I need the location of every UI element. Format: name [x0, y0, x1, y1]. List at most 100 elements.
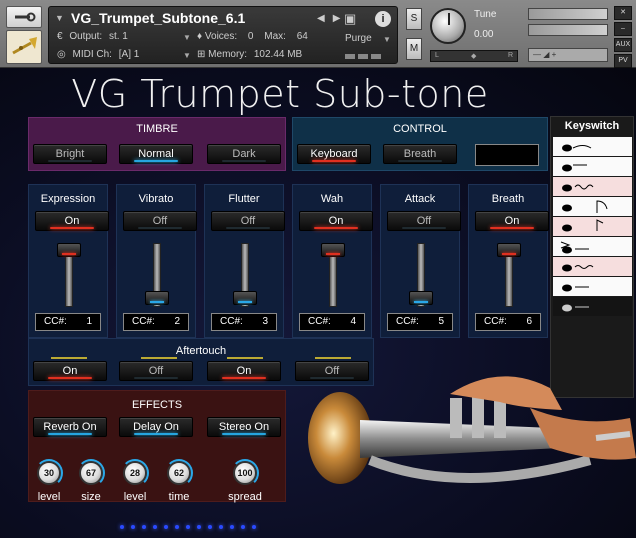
- mute-button[interactable]: M: [406, 38, 422, 60]
- output-icon: €: [57, 31, 63, 42]
- toggle-label: On: [504, 215, 520, 227]
- expression-cc-field[interactable]: CC#: 1: [35, 313, 101, 331]
- purge-indicators: [345, 51, 384, 62]
- control-breath-button[interactable]: Breath: [383, 144, 457, 164]
- delay-time-knob[interactable]: 62: [165, 459, 193, 487]
- control-display: [475, 144, 539, 166]
- keyswitch-item[interactable]: [553, 297, 632, 316]
- keyswitch-item[interactable]: [553, 177, 632, 196]
- note-icon: [562, 219, 604, 232]
- aux-button[interactable]: AUX: [614, 38, 632, 52]
- flutter-slot: Flutter Off CC#: 3: [204, 184, 285, 338]
- knob-label: spread: [228, 491, 262, 503]
- flutter-toggle[interactable]: Off: [211, 211, 285, 231]
- flutter-cc-field[interactable]: CC#: 3: [211, 313, 277, 331]
- vibrato-slider-handle[interactable]: [145, 291, 169, 306]
- control-keyboard-button[interactable]: Keyboard: [297, 144, 371, 164]
- timbre-bright-button[interactable]: Bright: [33, 144, 107, 164]
- trumpet-icon: [12, 37, 37, 55]
- reverb-toggle[interactable]: Reverb On: [33, 417, 107, 437]
- pan-center-icon: ◆: [471, 53, 477, 60]
- memory-row: ⊞ Memory: 102.44 MB: [197, 49, 302, 60]
- keyswitch-item[interactable]: [553, 157, 632, 176]
- expression-toggle[interactable]: On: [35, 211, 109, 231]
- note-icon: [562, 304, 589, 312]
- toggle-label: On: [328, 215, 344, 227]
- page-indicator-dots: [120, 516, 263, 534]
- slot-label: Attack: [404, 193, 436, 205]
- aftertouch-vibrato-toggle[interactable]: Off: [119, 361, 193, 381]
- keyswitch-item[interactable]: [553, 277, 632, 296]
- vibrato-slot: Vibrato Off CC#: 2: [116, 184, 197, 338]
- keyswitch-item[interactable]: [553, 137, 632, 156]
- toggle-label: Stereo On: [218, 421, 270, 433]
- instrument-panel: VG Trumpet Sub-tone TIMBRE Bright Normal…: [0, 68, 636, 538]
- instrument-thumbnail[interactable]: [6, 30, 42, 64]
- keyswitch-item[interactable]: [553, 237, 632, 256]
- attack-toggle[interactable]: Off: [387, 211, 461, 231]
- expression-slider-handle[interactable]: [57, 242, 81, 257]
- solo-button[interactable]: S: [406, 8, 422, 30]
- knob-label: level: [37, 491, 61, 503]
- wah-toggle[interactable]: On: [299, 211, 373, 231]
- output-dropdown-icon[interactable]: ▼: [183, 33, 191, 42]
- aftertouch-expression-toggle[interactable]: On: [33, 361, 107, 381]
- close-button[interactable]: ✕: [614, 6, 632, 20]
- toggle-label: Delay On: [133, 421, 179, 433]
- wrench-button[interactable]: [6, 6, 42, 28]
- timbre-normal-button[interactable]: Normal: [119, 144, 193, 164]
- delay-toggle[interactable]: Delay On: [119, 417, 193, 437]
- breath-slider-handle[interactable]: [497, 242, 521, 257]
- aftertouch-indicator: [315, 357, 351, 359]
- vibrato-toggle[interactable]: Off: [123, 211, 197, 231]
- keyswitch-item[interactable]: [553, 257, 632, 276]
- keyswitch-item[interactable]: [553, 217, 632, 236]
- pan-slider[interactable]: L ◆ R: [430, 50, 518, 62]
- memory-icon: ⊞: [197, 49, 206, 60]
- toggle-label: On: [236, 365, 252, 377]
- attack-slider-handle[interactable]: [409, 291, 433, 306]
- tune-knob[interactable]: [430, 8, 466, 44]
- side-buttons: ✕ – AUX PV: [614, 6, 632, 70]
- reverb-level-knob[interactable]: 30: [35, 459, 63, 487]
- info-icon[interactable]: i: [375, 11, 391, 27]
- pv-button[interactable]: PV: [614, 54, 632, 68]
- wah-cc-field[interactable]: CC#: 4: [299, 313, 365, 331]
- max-value[interactable]: 64: [297, 31, 308, 42]
- keyswitch-item[interactable]: [553, 197, 632, 216]
- midi-value[interactable]: [A] 1: [119, 49, 140, 60]
- vibrato-cc-field[interactable]: CC#: 2: [123, 313, 189, 331]
- memory-label: Memory:: [208, 49, 248, 60]
- timbre-dark-button[interactable]: Dark: [207, 144, 281, 164]
- output-value[interactable]: st. 1: [109, 31, 128, 42]
- attack-cc-field[interactable]: CC#: 5: [387, 313, 453, 331]
- volume-slider[interactable]: — ◢ +: [528, 48, 608, 62]
- purge-button[interactable]: Purge: [345, 33, 372, 44]
- slot-label: Vibrato: [138, 193, 174, 205]
- stereo-toggle[interactable]: Stereo On: [207, 417, 281, 437]
- delay-level-knob[interactable]: 28: [121, 459, 149, 487]
- note-icon: [562, 200, 608, 213]
- reverb-size-knob[interactable]: 67: [77, 459, 105, 487]
- cc-value: 1: [86, 316, 92, 327]
- note-icon: [560, 241, 589, 254]
- control-heading: CONTROL: [393, 123, 447, 135]
- aftertouch-flutter-toggle[interactable]: On: [207, 361, 281, 381]
- instrument-name[interactable]: VG_Trumpet_Subtone_6.1: [71, 10, 245, 26]
- midi-label: MIDI Ch:: [72, 49, 112, 60]
- collapse-icon[interactable]: ▼: [55, 13, 64, 23]
- flutter-slider-handle[interactable]: [233, 291, 257, 306]
- toggle-label: On: [62, 365, 78, 377]
- breath-cc-field[interactable]: CC#: 6: [475, 313, 541, 331]
- purge-dropdown-icon[interactable]: ▼: [383, 35, 391, 44]
- timbre-heading: TIMBRE: [136, 123, 178, 135]
- minimize-button[interactable]: –: [614, 22, 632, 36]
- wah-slider-handle[interactable]: [321, 242, 345, 257]
- camera-icon[interactable]: ▣: [344, 11, 364, 27]
- pan-right-label: R: [507, 52, 513, 59]
- midi-dropdown-icon[interactable]: ▼: [183, 51, 191, 60]
- tune-value[interactable]: 0.00: [474, 29, 493, 40]
- stereo-spread-knob[interactable]: 100: [231, 459, 259, 487]
- breath-toggle[interactable]: On: [475, 211, 549, 231]
- breath-slot: Breath On CC#: 6: [468, 184, 549, 338]
